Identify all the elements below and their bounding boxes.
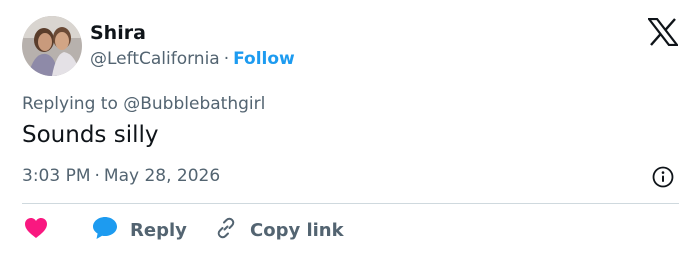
reply-label: Reply (130, 219, 187, 241)
reply-button[interactable]: Reply (92, 216, 187, 244)
tweet-date: May 28, 2026 (103, 166, 221, 186)
replying-to-line: Replying to @Bubblebathgirl (22, 94, 265, 114)
info-icon[interactable] (652, 166, 674, 188)
avatar[interactable] (22, 16, 82, 76)
speech-bubble-icon (92, 216, 118, 244)
author-name[interactable]: Shira (90, 22, 146, 44)
tweet-time: 3:03 PM (22, 166, 91, 186)
author-handle-row: @LeftCalifornia · Follow (90, 49, 295, 69)
divider (22, 203, 679, 204)
timestamp-separator: · (94, 166, 100, 186)
x-logo-icon[interactable] (646, 17, 680, 47)
handle-separator: · (223, 49, 230, 69)
like-button[interactable] (24, 216, 48, 244)
copy-link-button[interactable]: Copy link (214, 216, 344, 244)
replying-to-handle[interactable]: @Bubblebathgirl (123, 94, 265, 114)
heart-icon (24, 217, 48, 243)
link-icon (214, 216, 238, 244)
tweet-timestamp[interactable]: 3:03 PM · May 28, 2026 (22, 166, 220, 186)
author-handle[interactable]: @LeftCalifornia (90, 49, 220, 69)
follow-button[interactable]: Follow (233, 49, 295, 69)
tweet-text: Sounds silly (22, 122, 159, 148)
copy-link-label: Copy link (250, 219, 344, 241)
replying-prefix: Replying to (22, 94, 118, 114)
